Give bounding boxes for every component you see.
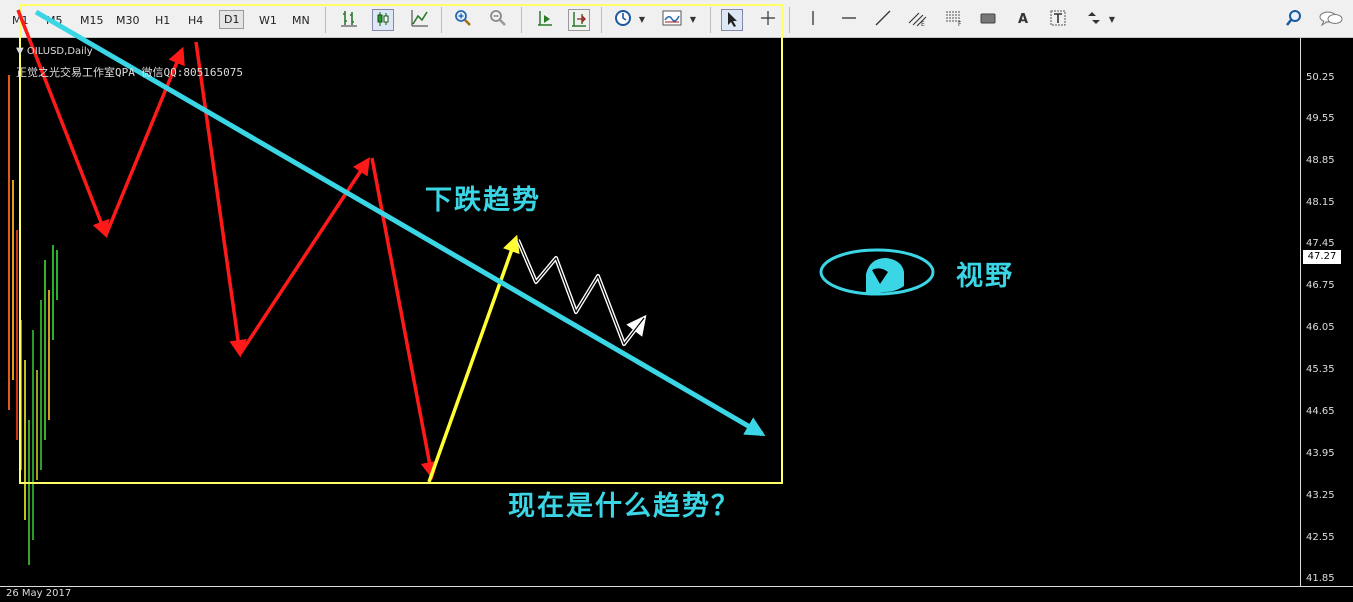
price-label: 47.45	[1306, 238, 1335, 249]
vision-label: 视野	[956, 261, 1014, 292]
price-label: 48.85	[1306, 155, 1335, 166]
symbol-label: ▼ OILUSD,Daily	[16, 46, 93, 57]
downtrend-label: 下跌趋势	[425, 185, 541, 216]
price-label: 42.55	[1306, 532, 1335, 543]
question-label: 现在是什么趋势？	[508, 491, 740, 522]
watermark-info: 正觉之光交易工作室QPA 微信QQ:805165075	[16, 66, 243, 79]
eye-logo-icon	[819, 248, 935, 296]
symbol-name: OILUSD,Daily	[26, 46, 93, 57]
yellow-rebound-arrow	[427, 234, 520, 483]
price-label: 46.75	[1306, 280, 1335, 291]
price-label: 43.95	[1306, 448, 1335, 459]
price-candles	[8, 75, 58, 565]
price-label: 45.35	[1306, 364, 1335, 375]
price-label: 48.15	[1306, 197, 1335, 208]
price-label: 49.55	[1306, 113, 1335, 124]
price-label: 44.65	[1306, 406, 1335, 417]
price-label: 43.25	[1306, 490, 1335, 501]
price-label: 41.85	[1306, 573, 1335, 584]
price-label: 46.05	[1306, 322, 1335, 333]
price-label: 50.25	[1306, 72, 1335, 83]
